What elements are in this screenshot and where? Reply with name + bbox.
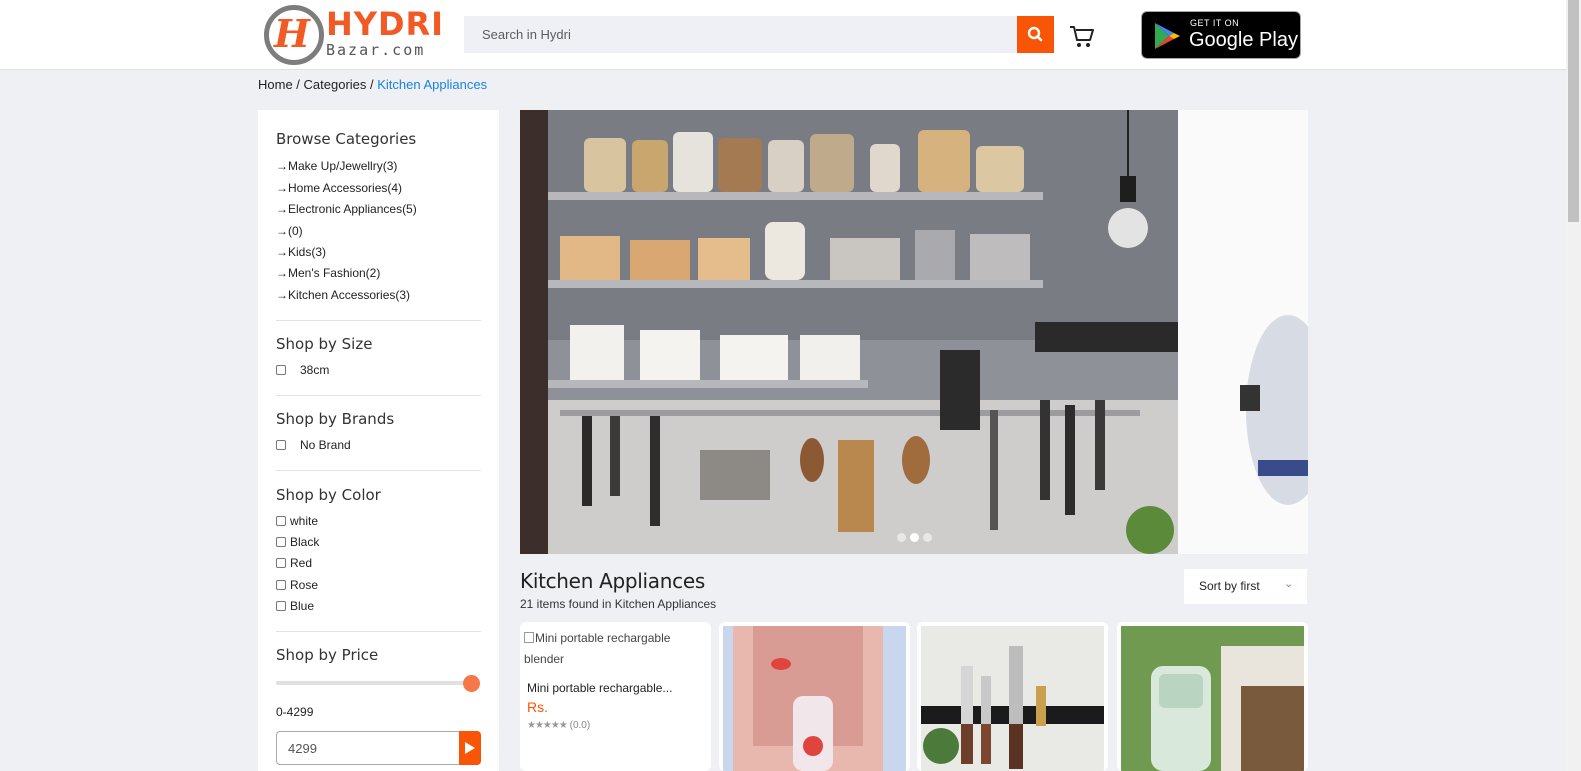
carousel-dot-active[interactable] [910,533,919,542]
breadcrumb-current[interactable]: Kitchen Appliances [377,77,487,92]
shop-by-price-title: Shop by Price [276,646,379,664]
google-play-icon [1155,23,1180,49]
color-option-white[interactable]: white [276,514,318,528]
breadcrumb-categories[interactable]: Categories [304,77,367,92]
page-scrollbar[interactable] [1566,0,1581,771]
size-option[interactable]: 38cm [276,363,329,377]
breadcrumb: Home / Categories / Kitchen Appliances [258,77,487,92]
color-option-blue[interactable]: Blue [276,599,314,613]
max-price-value: 4299 [288,741,317,756]
promo-carousel[interactable] [520,110,1308,554]
price-range-text: 0-4299 [276,705,314,719]
filter-sidebar: Browse Categories →Make Up/Jewellry(3) →… [258,110,499,771]
product-card[interactable] [719,622,910,771]
search-icon [1027,26,1043,42]
checkbox[interactable] [276,537,286,547]
product-card[interactable] [1117,622,1308,771]
product-name[interactable]: Mini portable rechargable... [527,681,672,695]
category-link[interactable]: →Make Up/Jewellry(3) [276,159,397,173]
next-slide-preview [1178,110,1308,554]
site-header: H HYDRI Bazar.com Search in Hydri GET IT… [0,0,1566,70]
color-option-rose[interactable]: Rose [276,578,318,592]
product-card[interactable] [917,622,1108,771]
section-divider [276,631,481,632]
kitchen-shelf-banner-image [520,110,1178,554]
apply-price-button[interactable] [459,731,481,765]
play-arrow-icon [465,742,475,754]
price-slider-handle[interactable] [463,675,480,692]
checkbox[interactable] [276,558,286,568]
category-link[interactable]: →Kitchen Accessories(3) [276,288,410,302]
search-placeholder: Search in Hydri [482,27,571,42]
scrollbar-thumb[interactable] [1568,0,1579,222]
breadcrumb-home[interactable]: Home [258,77,293,92]
carousel-dot[interactable] [923,533,932,542]
product-rating: ★★★★★ (0.0) [527,720,591,731]
gplay-caption: GET IT ON [1190,18,1240,28]
sort-dropdown[interactable]: Sort by first ⌄ [1184,569,1307,604]
brand-option[interactable]: No Brand [276,438,351,452]
google-play-badge[interactable]: GET IT ON Google Play [1141,11,1301,59]
gplay-title: Google Play [1189,29,1298,51]
search-button[interactable] [1017,16,1054,53]
sort-label: Sort by first [1199,579,1260,593]
color-option-black[interactable]: Black [276,535,319,549]
section-divider [276,320,481,321]
price-slider-track[interactable] [276,681,472,685]
chevron-down-icon: ⌄ [1284,578,1294,590]
rating-stars-icon: ★★★★★ [527,720,568,731]
items-count: 21 items found in Kitchen Appliances [520,597,717,611]
section-divider [276,470,481,471]
shop-by-color-title: Shop by Color [276,486,381,504]
checkbox[interactable] [276,580,286,590]
max-price-input[interactable]: 4299 [276,731,459,765]
product-price: Rs. [527,699,548,715]
product-image[interactable] [921,626,1104,771]
broken-image-icon [524,632,534,643]
category-link[interactable]: →Men's Fashion(2) [276,266,380,280]
category-link[interactable]: →Home Accessories(4) [276,181,402,195]
cart-icon [1070,26,1094,47]
breadcrumb-separator: / [292,77,304,92]
broken-image-alt: Mini portable rechargable blender [524,631,671,666]
site-logo[interactable]: H HYDRI Bazar.com [262,3,443,67]
shop-by-brands-title: Shop by Brands [276,410,395,428]
carousel-dots [897,533,932,542]
logo-text-main: HYDRI [326,5,445,43]
section-divider [276,395,481,396]
logo-letter: H [274,11,310,56]
breadcrumb-separator: / [366,77,378,92]
category-link[interactable]: →Kids(3) [276,245,326,259]
product-image[interactable] [723,626,906,771]
checkbox[interactable] [276,440,286,450]
browse-categories-title: Browse Categories [276,130,417,148]
cart-button[interactable] [1068,22,1096,50]
checkbox[interactable] [276,601,286,611]
carousel-dot[interactable] [897,533,906,542]
checkbox[interactable] [276,516,286,526]
product-image[interactable] [1121,626,1304,771]
logo-text-sub: Bazar.com [326,41,426,59]
listing-title: Kitchen Appliances [520,569,705,593]
checkbox[interactable] [276,365,286,375]
shop-by-size-title: Shop by Size [276,335,373,353]
color-option-red[interactable]: Red [276,556,312,570]
category-link[interactable]: →(0) [276,224,303,238]
product-card[interactable]: Mini portable rechargable blender Mini p… [520,622,711,771]
search-input[interactable]: Search in Hydri [464,16,1017,53]
category-link[interactable]: →Electronic Appliances(5) [276,202,417,216]
